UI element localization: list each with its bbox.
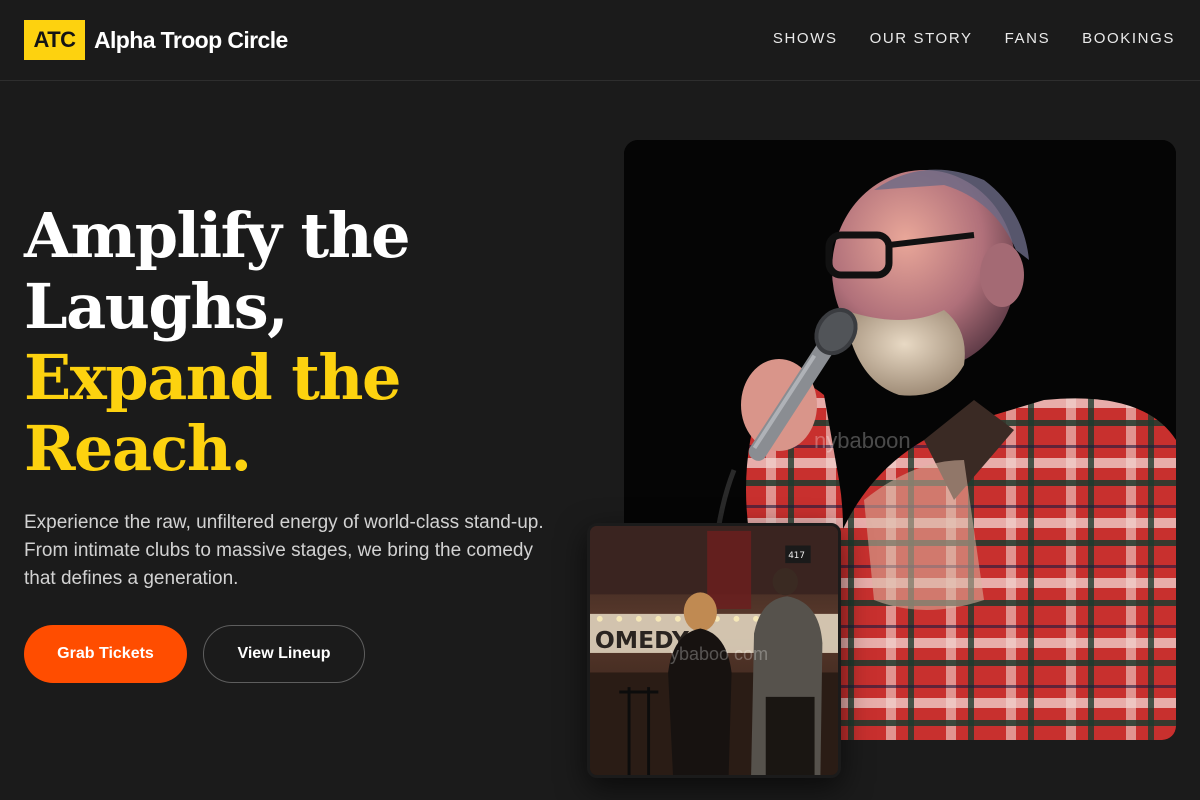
headline-line-4: Reach.: [24, 412, 252, 485]
view-lineup-button[interactable]: View Lineup: [203, 625, 365, 683]
nav-item-bookings[interactable]: BOOKINGS: [1082, 30, 1175, 47]
inset-watermark: ybaboo com: [670, 644, 769, 664]
headline-line-3: Expand the: [24, 341, 401, 414]
brand-name: Alpha Troop Circle: [94, 26, 288, 53]
nav-item-fans[interactable]: FANS: [1005, 30, 1051, 47]
photo-watermark: nybaboon: [814, 428, 911, 453]
site-header: ATC Alpha Troop Circle SHOWS OUR STORY F…: [0, 0, 1200, 81]
sign-number: 417: [788, 551, 805, 561]
main-nav: SHOWS OUR STORY FANS BOOKINGS: [773, 30, 1175, 47]
grab-tickets-button[interactable]: Grab Tickets: [24, 625, 187, 683]
brand-logo[interactable]: ATC Alpha Troop Circle: [24, 20, 288, 60]
nav-item-our-story[interactable]: OUR STORY: [870, 30, 973, 47]
nav-item-shows[interactable]: SHOWS: [773, 30, 838, 47]
venue-photo: OMEDY 417 ybaboo com: [587, 523, 841, 778]
headline-line-1: Amplify the: [24, 199, 411, 272]
logo-badge: ATC: [24, 20, 85, 60]
headline-line-2: Laughs,: [24, 270, 289, 343]
hero-headline: Amplify the Laughs, Expand the Reach.: [24, 199, 411, 485]
hero-description: Experience the raw, unfiltered energy of…: [24, 512, 544, 589]
